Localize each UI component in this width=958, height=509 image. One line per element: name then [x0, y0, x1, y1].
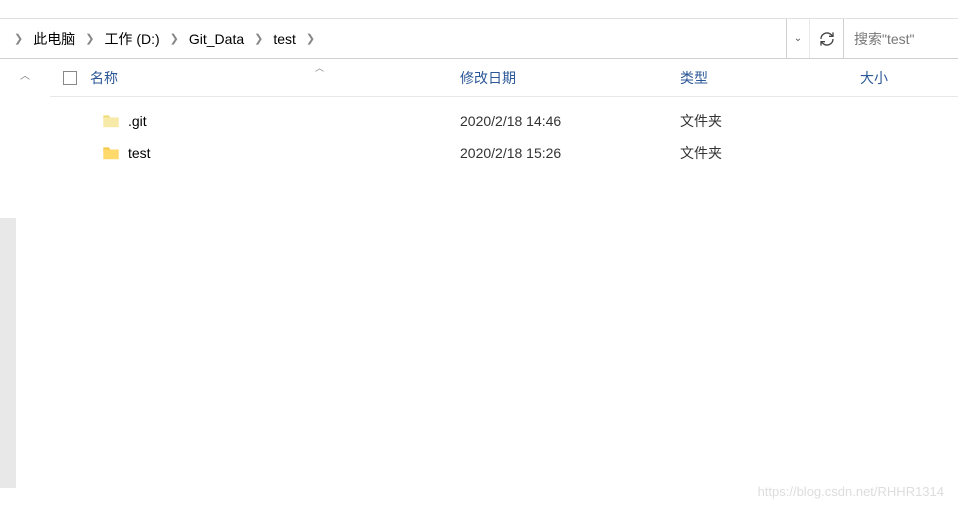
file-name: test	[128, 145, 151, 161]
address-bar: ❯ 此电脑 ❯ 工作 (D:) ❯ Git_Data ❯ test ❯ ⌄ 搜索…	[0, 19, 958, 59]
column-header-size[interactable]: 大小	[860, 68, 940, 88]
chevron-right-icon[interactable]: ❯	[79, 32, 100, 45]
chevron-right-icon[interactable]: ❯	[300, 32, 321, 45]
folder-icon	[102, 146, 120, 160]
watermark: https://blog.csdn.net/RHHR1314	[758, 484, 944, 499]
nav-panel: ︿	[0, 59, 50, 508]
column-header-type[interactable]: 类型	[680, 68, 860, 88]
file-date: 2020/2/18 15:26	[460, 145, 680, 161]
search-input[interactable]: 搜索"test"	[843, 19, 958, 58]
column-label: 大小	[860, 70, 888, 86]
history-dropdown-button[interactable]: ⌄	[787, 19, 809, 58]
sort-indicator-icon: ︿	[315, 61, 324, 74]
select-all-checkbox[interactable]	[63, 71, 77, 85]
search-placeholder: 搜索"test"	[854, 29, 915, 49]
chevron-up-icon: ︿	[20, 67, 30, 82]
breadcrumb-item[interactable]: 工作 (D:)	[100, 27, 163, 51]
file-type: 文件夹	[680, 143, 860, 163]
refresh-button[interactable]	[809, 19, 843, 58]
column-label: 类型	[680, 70, 708, 86]
breadcrumb-item[interactable]: Git_Data	[185, 29, 248, 49]
breadcrumb[interactable]: ❯ 此电脑 ❯ 工作 (D:) ❯ Git_Data ❯ test ❯	[0, 19, 786, 58]
file-row[interactable]: .git 2020/2/18 14:46文件夹	[50, 105, 958, 137]
content-area: ︿ 名称 ︿ 修改日期 类型 大小 .git 2020/2/18 14:46文件夹…	[0, 59, 958, 508]
file-type: 文件夹	[680, 111, 860, 131]
chevron-right-icon[interactable]: ❯	[248, 32, 269, 45]
chevron-right-icon[interactable]: ❯	[164, 32, 185, 45]
file-row[interactable]: test 2020/2/18 15:26文件夹	[50, 137, 958, 169]
file-list: .git 2020/2/18 14:46文件夹 test 2020/2/18 15:2…	[50, 97, 958, 169]
file-list-panel: 名称 ︿ 修改日期 类型 大小 .git2020/2/18 14:46文件夹te…	[50, 59, 958, 508]
breadcrumb-item[interactable]: test	[269, 29, 300, 49]
address-controls: ⌄	[786, 19, 843, 58]
file-name-cell[interactable]: test	[90, 145, 460, 161]
file-date: 2020/2/18 14:46	[460, 113, 680, 129]
column-label: 名称	[90, 68, 118, 88]
column-headers: 名称 ︿ 修改日期 类型 大小	[50, 59, 958, 97]
column-label: 修改日期	[460, 70, 516, 86]
breadcrumb-item[interactable]: 此电脑	[29, 27, 79, 51]
refresh-icon	[819, 31, 835, 47]
ribbon-remnant	[0, 0, 958, 18]
file-name: .git	[128, 113, 147, 129]
folder-icon	[102, 114, 120, 128]
chevron-right-icon[interactable]: ❯	[8, 32, 29, 45]
nav-scrollbar[interactable]	[0, 218, 16, 488]
chevron-down-icon: ⌄	[794, 33, 802, 44]
column-header-date[interactable]: 修改日期	[460, 68, 680, 88]
nav-scroll-up[interactable]: ︿	[0, 59, 50, 89]
column-header-name[interactable]: 名称	[90, 68, 460, 88]
select-all-col[interactable]	[50, 71, 90, 85]
file-name-cell[interactable]: .git	[90, 113, 460, 129]
